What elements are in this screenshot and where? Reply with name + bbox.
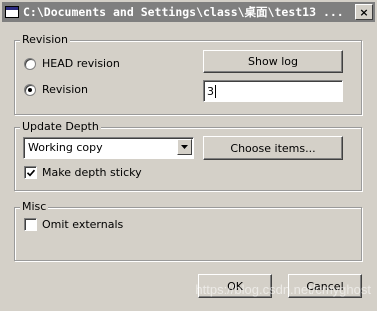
revision-radio-row[interactable]: Revision — [24, 83, 88, 96]
misc-group-label: Misc — [20, 200, 49, 213]
update-to-revision-dialog: C:\Documents and Settings\class\桌面\test1… — [0, 0, 377, 311]
revision-input[interactable]: 3 — [203, 80, 343, 102]
close-icon: × — [359, 5, 369, 19]
depth-dropdown-button[interactable] — [177, 139, 192, 155]
update-depth-group-label: Update Depth — [20, 120, 101, 133]
head-revision-radio[interactable] — [24, 57, 36, 70]
misc-groupbox — [14, 207, 362, 261]
window-title: C:\Documents and Settings\class\桌面\test1… — [23, 5, 344, 19]
show-log-button[interactable]: Show log — [203, 50, 343, 73]
omit-externals-label: Omit externals — [42, 218, 124, 231]
watermark: https://blog.csdn.net/cmyghost — [195, 282, 371, 297]
omit-externals-checkbox[interactable] — [24, 218, 37, 231]
depth-select[interactable]: Working copy — [23, 137, 194, 159]
choose-items-button[interactable]: Choose items... — [203, 136, 343, 160]
text-caret — [215, 84, 216, 98]
revision-input-value: 3 — [207, 84, 214, 98]
head-revision-radio-row[interactable]: HEAD revision — [24, 57, 120, 70]
depth-select-value: Working copy — [28, 141, 103, 154]
choose-items-label: Choose items... — [230, 141, 316, 155]
make-depth-sticky-checkbox[interactable] — [24, 166, 37, 179]
title-bar[interactable]: C:\Documents and Settings\class\桌面\test1… — [2, 2, 375, 22]
head-revision-label: HEAD revision — [42, 57, 120, 70]
show-log-label: Show log — [248, 55, 298, 68]
make-depth-sticky-row[interactable]: Make depth sticky — [24, 166, 142, 179]
make-depth-sticky-label: Make depth sticky — [42, 166, 142, 179]
close-button[interactable]: × — [355, 4, 373, 20]
revision-group-label: Revision — [20, 33, 70, 46]
chevron-down-icon — [181, 145, 188, 149]
revision-label: Revision — [42, 83, 88, 96]
omit-externals-row[interactable]: Omit externals — [24, 218, 123, 231]
checkmark-icon — [26, 169, 35, 177]
app-icon — [5, 6, 19, 18]
revision-radio[interactable] — [24, 83, 36, 96]
